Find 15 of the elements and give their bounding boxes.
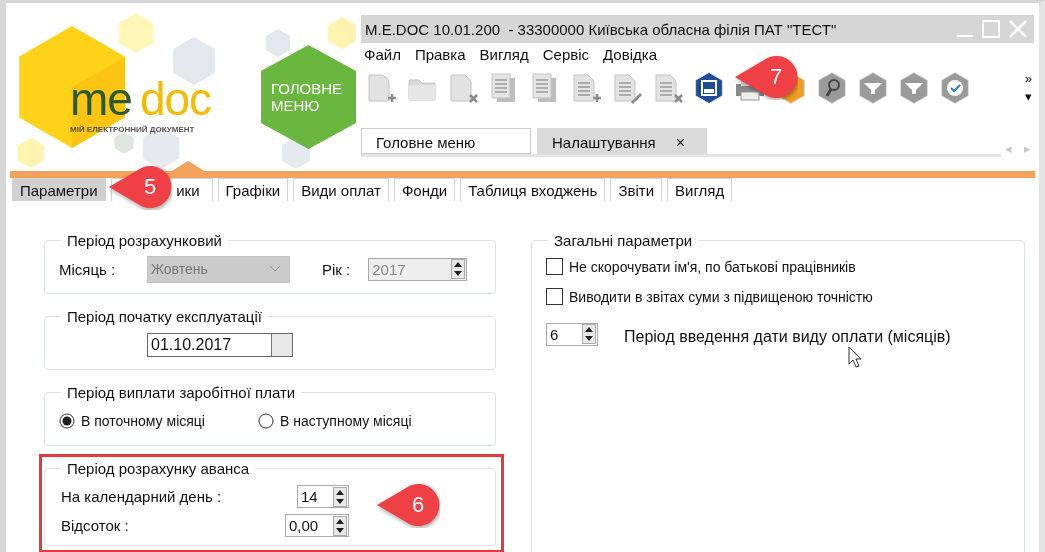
group-title: Період розрахунковий [66, 232, 223, 249]
callout-tooltip: 5 [108, 164, 172, 210]
window-title: M.E.DOC 10.01.200 - 33300000 Київська обласна філія ПАТ "ТЕСТ" [365, 20, 838, 38]
field-label: На календарний день : [61, 488, 222, 505]
field-caption: Період введення дати виду оплати (місяців) [624, 328, 951, 346]
group-title: Період розрахунку аванса [66, 460, 251, 477]
callout-tooltip: 6 [376, 482, 440, 528]
field-label: Відсоток : [61, 517, 130, 534]
logo-wordmark: doc [139, 79, 212, 119]
group-title: Період виплати заробітної плати [66, 384, 297, 401]
field-label: Місяць : [59, 260, 117, 278]
field-label: Рік : [322, 260, 351, 278]
callout-tooltip: 7 [734, 54, 798, 100]
group-title: Період початку експлуатації [66, 308, 263, 325]
group-title: Загальні параметри [553, 232, 694, 249]
